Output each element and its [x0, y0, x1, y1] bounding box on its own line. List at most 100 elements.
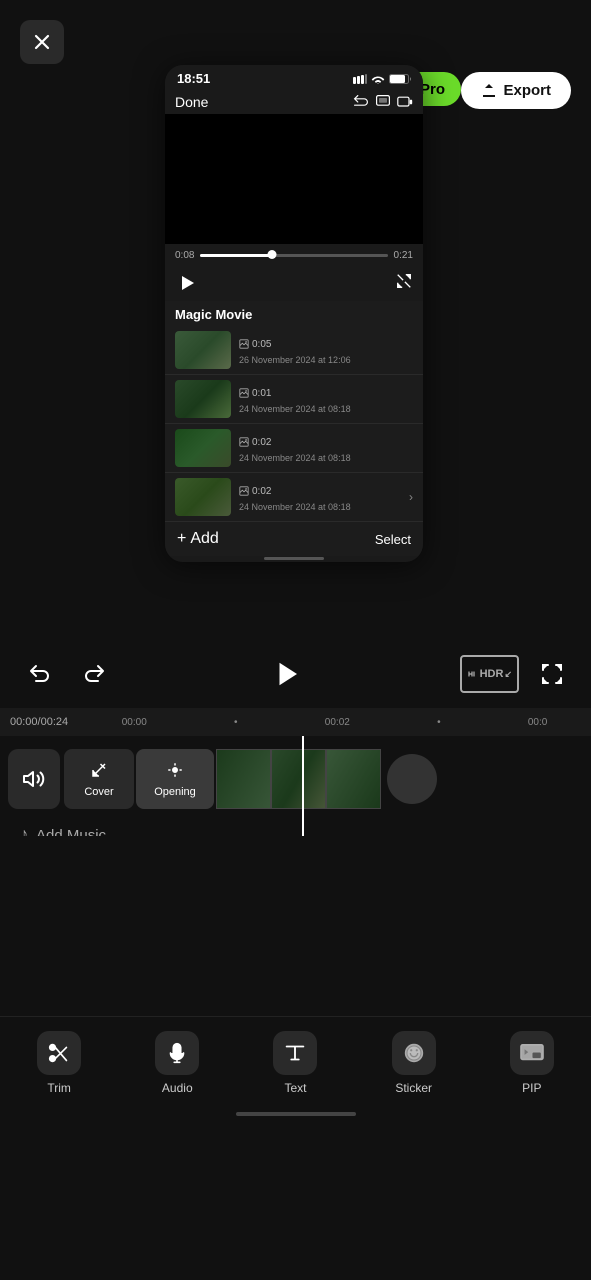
media-date-3: 24 November 2024 at 08:18 — [239, 453, 413, 463]
tick-0: 00:00 — [122, 717, 147, 728]
controls-row: HDR ↙ — [0, 640, 591, 708]
ruler-ticks: 00:00 • 00:02 • 00:0 — [78, 717, 591, 728]
tick-2: 00:02 — [325, 717, 350, 728]
media-info-2: 0:01 24 November 2024 at 08:18 — [239, 385, 413, 414]
close-button[interactable] — [20, 20, 64, 64]
hdr-button[interactable]: HDR ↙ — [460, 655, 519, 693]
opening-icon — [166, 761, 184, 784]
add-button[interactable]: + Add — [177, 530, 219, 548]
hdr-chevron: ↙ — [504, 669, 512, 680]
undo-button[interactable] — [20, 655, 58, 693]
media-image-icon-4 — [239, 483, 249, 501]
text-icon — [273, 1031, 317, 1075]
redo-button[interactable] — [76, 655, 114, 693]
total-time: 00:24 — [41, 716, 69, 728]
video-frame-1 — [216, 749, 271, 809]
opening-clip[interactable]: Opening — [136, 749, 214, 809]
main-play-button[interactable] — [263, 650, 311, 698]
phone-status-bar: 18:51 — [165, 65, 423, 90]
audio-tool[interactable]: Audio — [137, 1031, 217, 1095]
export-label: Export — [503, 82, 551, 99]
cover-icon — [90, 761, 108, 784]
timeline-start: 0:08 — [175, 250, 194, 261]
media-item-4[interactable]: 0:02 24 November 2024 at 08:18 › — [165, 473, 423, 522]
media-info-1: 0:05 26 November 2024 at 12:06 — [239, 336, 413, 365]
audio-icon — [155, 1031, 199, 1075]
media-item[interactable]: 0:05 26 November 2024 at 12:06 — [165, 326, 423, 375]
phone-play-button[interactable] — [175, 271, 199, 295]
video-strip — [216, 749, 381, 809]
add-music-row[interactable]: ♪ Add Music — [0, 816, 591, 836]
done-label[interactable]: Done — [175, 94, 208, 110]
add-music-label: Add Music — [36, 827, 106, 837]
volume-clip[interactable] — [8, 749, 60, 809]
media-date-1: 26 November 2024 at 12:06 — [239, 355, 413, 365]
clip-timeline: Cover Opening — [0, 736, 591, 836]
current-time: 00:00 — [10, 716, 38, 728]
phone-home-bar — [165, 556, 423, 562]
media-duration-3: 0:02 — [252, 437, 271, 448]
home-indicator — [236, 1112, 356, 1116]
sticker-tool[interactable]: Sticker — [374, 1031, 454, 1095]
sticker-icon — [392, 1031, 436, 1075]
bottom-home-bar — [0, 1103, 591, 1125]
sticker-label: Sticker — [395, 1081, 432, 1095]
media-item-2[interactable]: 0:01 24 November 2024 at 08:18 — [165, 375, 423, 424]
cover-label: Cover — [84, 786, 113, 798]
tick-dot-2: • — [437, 717, 441, 728]
text-tool[interactable]: Text — [255, 1031, 335, 1095]
cover-clip[interactable]: Cover — [64, 749, 134, 809]
video-frame-2 — [271, 749, 326, 809]
media-item-3[interactable]: 0:02 24 November 2024 at 08:18 — [165, 424, 423, 473]
timeline-track[interactable] — [200, 254, 387, 257]
music-note-icon: ♪ — [20, 826, 28, 836]
media-arrow-4: › — [409, 490, 413, 504]
media-thumb-4 — [175, 478, 231, 516]
timeline-progress — [200, 254, 271, 257]
pro-label: Pro — [420, 81, 445, 98]
media-info-4: 0:02 24 November 2024 at 08:18 — [239, 483, 409, 512]
phone-status-icons — [353, 74, 411, 84]
phone-home-indicator — [264, 557, 324, 560]
bottom-toolbar: Trim Audio Text — [0, 1016, 591, 1103]
add-icon: + — [177, 530, 186, 548]
opening-label: Opening — [154, 786, 196, 798]
media-image-icon-3 — [239, 434, 249, 452]
done-bar: Done — [165, 90, 423, 114]
add-label: Add — [190, 530, 218, 548]
playhead — [302, 736, 304, 836]
media-image-icon-2 — [239, 385, 249, 403]
hdr-fullscreen-group: HDR ↙ — [460, 655, 571, 693]
trim-label: Trim — [47, 1081, 71, 1095]
media-date-4: 24 November 2024 at 08:18 — [239, 502, 409, 512]
phone-fullscreen-button[interactable] — [395, 272, 413, 295]
pip-label: PIP — [522, 1081, 541, 1095]
tick-dot-1: • — [234, 717, 238, 728]
text-label: Text — [284, 1081, 306, 1095]
select-button[interactable]: Select — [375, 532, 411, 547]
clip-row: Cover Opening — [0, 744, 591, 814]
tick-4: 00:0 — [528, 717, 547, 728]
phone-time: 18:51 — [177, 71, 210, 86]
media-thumb-2 — [175, 380, 231, 418]
done-icons — [353, 94, 413, 110]
media-duration-1: 0:05 — [252, 339, 271, 350]
export-button[interactable]: Export — [461, 72, 571, 109]
undo-redo-group — [20, 655, 114, 693]
media-duration-2: 0:01 — [252, 388, 271, 399]
timeline-end: 0:21 — [394, 250, 413, 261]
audio-label: Audio — [162, 1081, 193, 1095]
trim-tool[interactable]: Trim — [19, 1031, 99, 1095]
video-frame-3 — [326, 749, 381, 809]
media-thumb-1 — [175, 331, 231, 369]
pip-tool[interactable]: PIP — [492, 1031, 572, 1095]
timeline-ruler: 00:00/00:24 00:00 • 00:02 • 00:0 — [0, 708, 591, 736]
spacer — [0, 836, 591, 1016]
trim-icon — [37, 1031, 81, 1075]
add-clip-button[interactable] — [387, 754, 437, 804]
add-select-bar: + Add Select — [165, 522, 423, 556]
media-thumb-3 — [175, 429, 231, 467]
timeline-thumb — [267, 250, 276, 259]
fullscreen-button[interactable] — [533, 655, 571, 693]
current-time-display: 00:00/00:24 — [0, 716, 78, 728]
